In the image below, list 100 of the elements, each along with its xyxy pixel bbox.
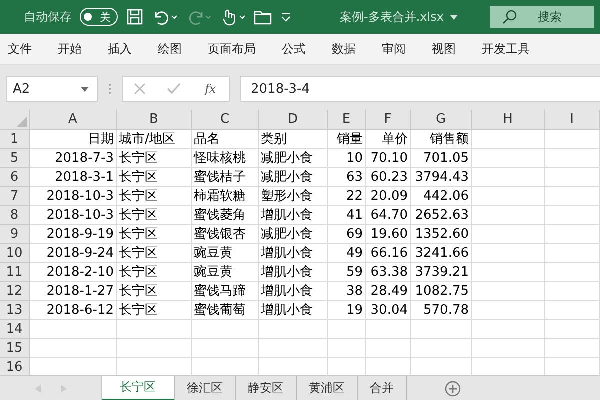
table-cell: 增肌小食 xyxy=(259,206,328,225)
column-header[interactable]: G xyxy=(411,110,472,130)
row-header[interactable]: 12 xyxy=(0,282,30,301)
search-field[interactable]: 搜索 xyxy=(490,6,594,28)
empty-cell xyxy=(545,244,600,263)
table-cell: 长宁区 xyxy=(117,206,192,225)
cancel-icon[interactable] xyxy=(134,83,146,95)
table-cell: 蜜饯桔子 xyxy=(192,168,259,187)
table-cell: 豌豆黄 xyxy=(192,244,259,263)
row-header[interactable]: 11 xyxy=(0,263,30,282)
table-cell: 570.78 xyxy=(411,301,472,320)
formula-input[interactable]: 2018-3-4 xyxy=(240,76,600,102)
table-cell: 66.16 xyxy=(366,244,411,263)
empty-cell xyxy=(545,149,600,168)
empty-cell xyxy=(545,206,600,225)
table-cell: 2018-9-24 xyxy=(30,244,117,263)
column-header[interactable]: B xyxy=(117,110,192,130)
table-cell: 长宁区 xyxy=(117,301,192,320)
row-header[interactable]: 1 xyxy=(0,130,30,149)
empty-cell xyxy=(545,225,600,244)
drag-handle-icon[interactable] xyxy=(108,83,112,95)
autosave-label: 自动保存 xyxy=(24,8,72,26)
table-cell: 长宁区 xyxy=(117,244,192,263)
table-cell: 10 xyxy=(328,149,366,168)
table-cell: 3739.21 xyxy=(411,263,472,282)
column-header[interactable]: I xyxy=(545,110,600,130)
table-cell: 怪味核桃 xyxy=(192,149,259,168)
insert-function-button[interactable]: fx xyxy=(202,82,218,96)
table-cell: 长宁区 xyxy=(117,187,192,206)
table-cell: 长宁区 xyxy=(117,149,192,168)
table-cell: 蜜饯银杏 xyxy=(192,225,259,244)
add-sheet-icon[interactable] xyxy=(445,380,461,396)
name-box[interactable]: A2 xyxy=(6,76,98,102)
column-header[interactable]: H xyxy=(472,110,545,130)
row-header[interactable]: 13 xyxy=(0,301,30,320)
table-cell: 2018-7-3 xyxy=(30,149,117,168)
row-header[interactable]: 5 xyxy=(0,149,30,168)
ribbon-tab[interactable]: 视图 xyxy=(432,36,456,62)
row-header[interactable]: 6 xyxy=(0,168,30,187)
column-header[interactable]: A xyxy=(30,110,117,130)
ribbon-tab[interactable]: 开始 xyxy=(58,36,82,62)
table-cell: 2018-6-12 xyxy=(30,301,117,320)
column-header[interactable]: D xyxy=(259,110,328,130)
table-cell: 3794.43 xyxy=(411,168,472,187)
ribbon-tab[interactable]: 数据 xyxy=(332,36,356,62)
table-cell: 41 xyxy=(328,206,366,225)
table-cell: 30.04 xyxy=(366,301,411,320)
table-cell: 3241.66 xyxy=(411,244,472,263)
column-header[interactable]: C xyxy=(192,110,259,130)
empty-cell xyxy=(192,320,259,339)
ribbon-tab[interactable]: 文件 xyxy=(8,36,32,62)
customize-caret-icon[interactable] xyxy=(280,11,292,23)
sheet-tab[interactable]: 黄浦区 xyxy=(297,376,358,400)
row-header[interactable]: 8 xyxy=(0,206,30,225)
empty-cell xyxy=(259,339,328,358)
empty-cell xyxy=(545,301,600,320)
row-header[interactable]: 14 xyxy=(0,320,30,339)
table-cell: 2018-3-1 xyxy=(30,168,117,187)
table-cell: 442.06 xyxy=(411,187,472,206)
table-cell: 城市/地区 xyxy=(117,130,192,149)
ribbon-tab[interactable]: 插入 xyxy=(108,36,132,62)
autosave-toggle[interactable]: 关 xyxy=(80,8,118,26)
table-cell: 豌豆黄 xyxy=(192,263,259,282)
file-name[interactable]: 案例-多表合并.xlsx xyxy=(340,8,444,26)
check-icon[interactable] xyxy=(167,83,182,95)
save-icon[interactable] xyxy=(126,8,144,26)
table-cell: 增肌小食 xyxy=(259,301,328,320)
table-cell: 2018-1-27 xyxy=(30,282,117,301)
sheet-tab[interactable]: 徐汇区 xyxy=(175,376,236,400)
table-cell: 品名 xyxy=(192,130,259,149)
row-header[interactable]: 9 xyxy=(0,225,30,244)
table-cell: 减肥小食 xyxy=(259,225,328,244)
empty-cell xyxy=(411,339,472,358)
sheet-tab[interactable]: 长宁区 xyxy=(102,376,175,400)
empty-cell xyxy=(545,168,600,187)
touch-mode-icon[interactable] xyxy=(220,8,246,26)
folder-icon[interactable] xyxy=(254,9,272,25)
table-cell: 长宁区 xyxy=(117,263,192,282)
table-cell: 69 xyxy=(328,225,366,244)
table-cell: 销售额 xyxy=(411,130,472,149)
ribbon-tab[interactable]: 开发工具 xyxy=(482,36,530,62)
caret-icon[interactable] xyxy=(450,14,458,20)
empty-cell xyxy=(545,282,600,301)
ribbon-tab[interactable]: 页面布局 xyxy=(208,36,256,62)
table-cell: 长宁区 xyxy=(117,168,192,187)
sheet-tab[interactable]: 合并 xyxy=(358,376,407,400)
ribbon-tab[interactable]: 公式 xyxy=(282,36,306,62)
row-header[interactable]: 10 xyxy=(0,244,30,263)
row-header[interactable]: 15 xyxy=(0,339,30,358)
empty-cell xyxy=(411,320,472,339)
table-cell: 蜜饯马蹄 xyxy=(192,282,259,301)
column-header[interactable]: F xyxy=(366,110,411,130)
table-cell: 19.60 xyxy=(366,225,411,244)
row-header[interactable]: 16 xyxy=(0,358,30,375)
ribbon-tab[interactable]: 绘图 xyxy=(158,36,182,62)
sheet-tab[interactable]: 静安区 xyxy=(236,376,297,400)
table-cell: 28.49 xyxy=(366,282,411,301)
row-header[interactable]: 7 xyxy=(0,187,30,206)
ribbon-tab[interactable]: 审阅 xyxy=(382,36,406,62)
column-header[interactable]: E xyxy=(328,110,366,130)
